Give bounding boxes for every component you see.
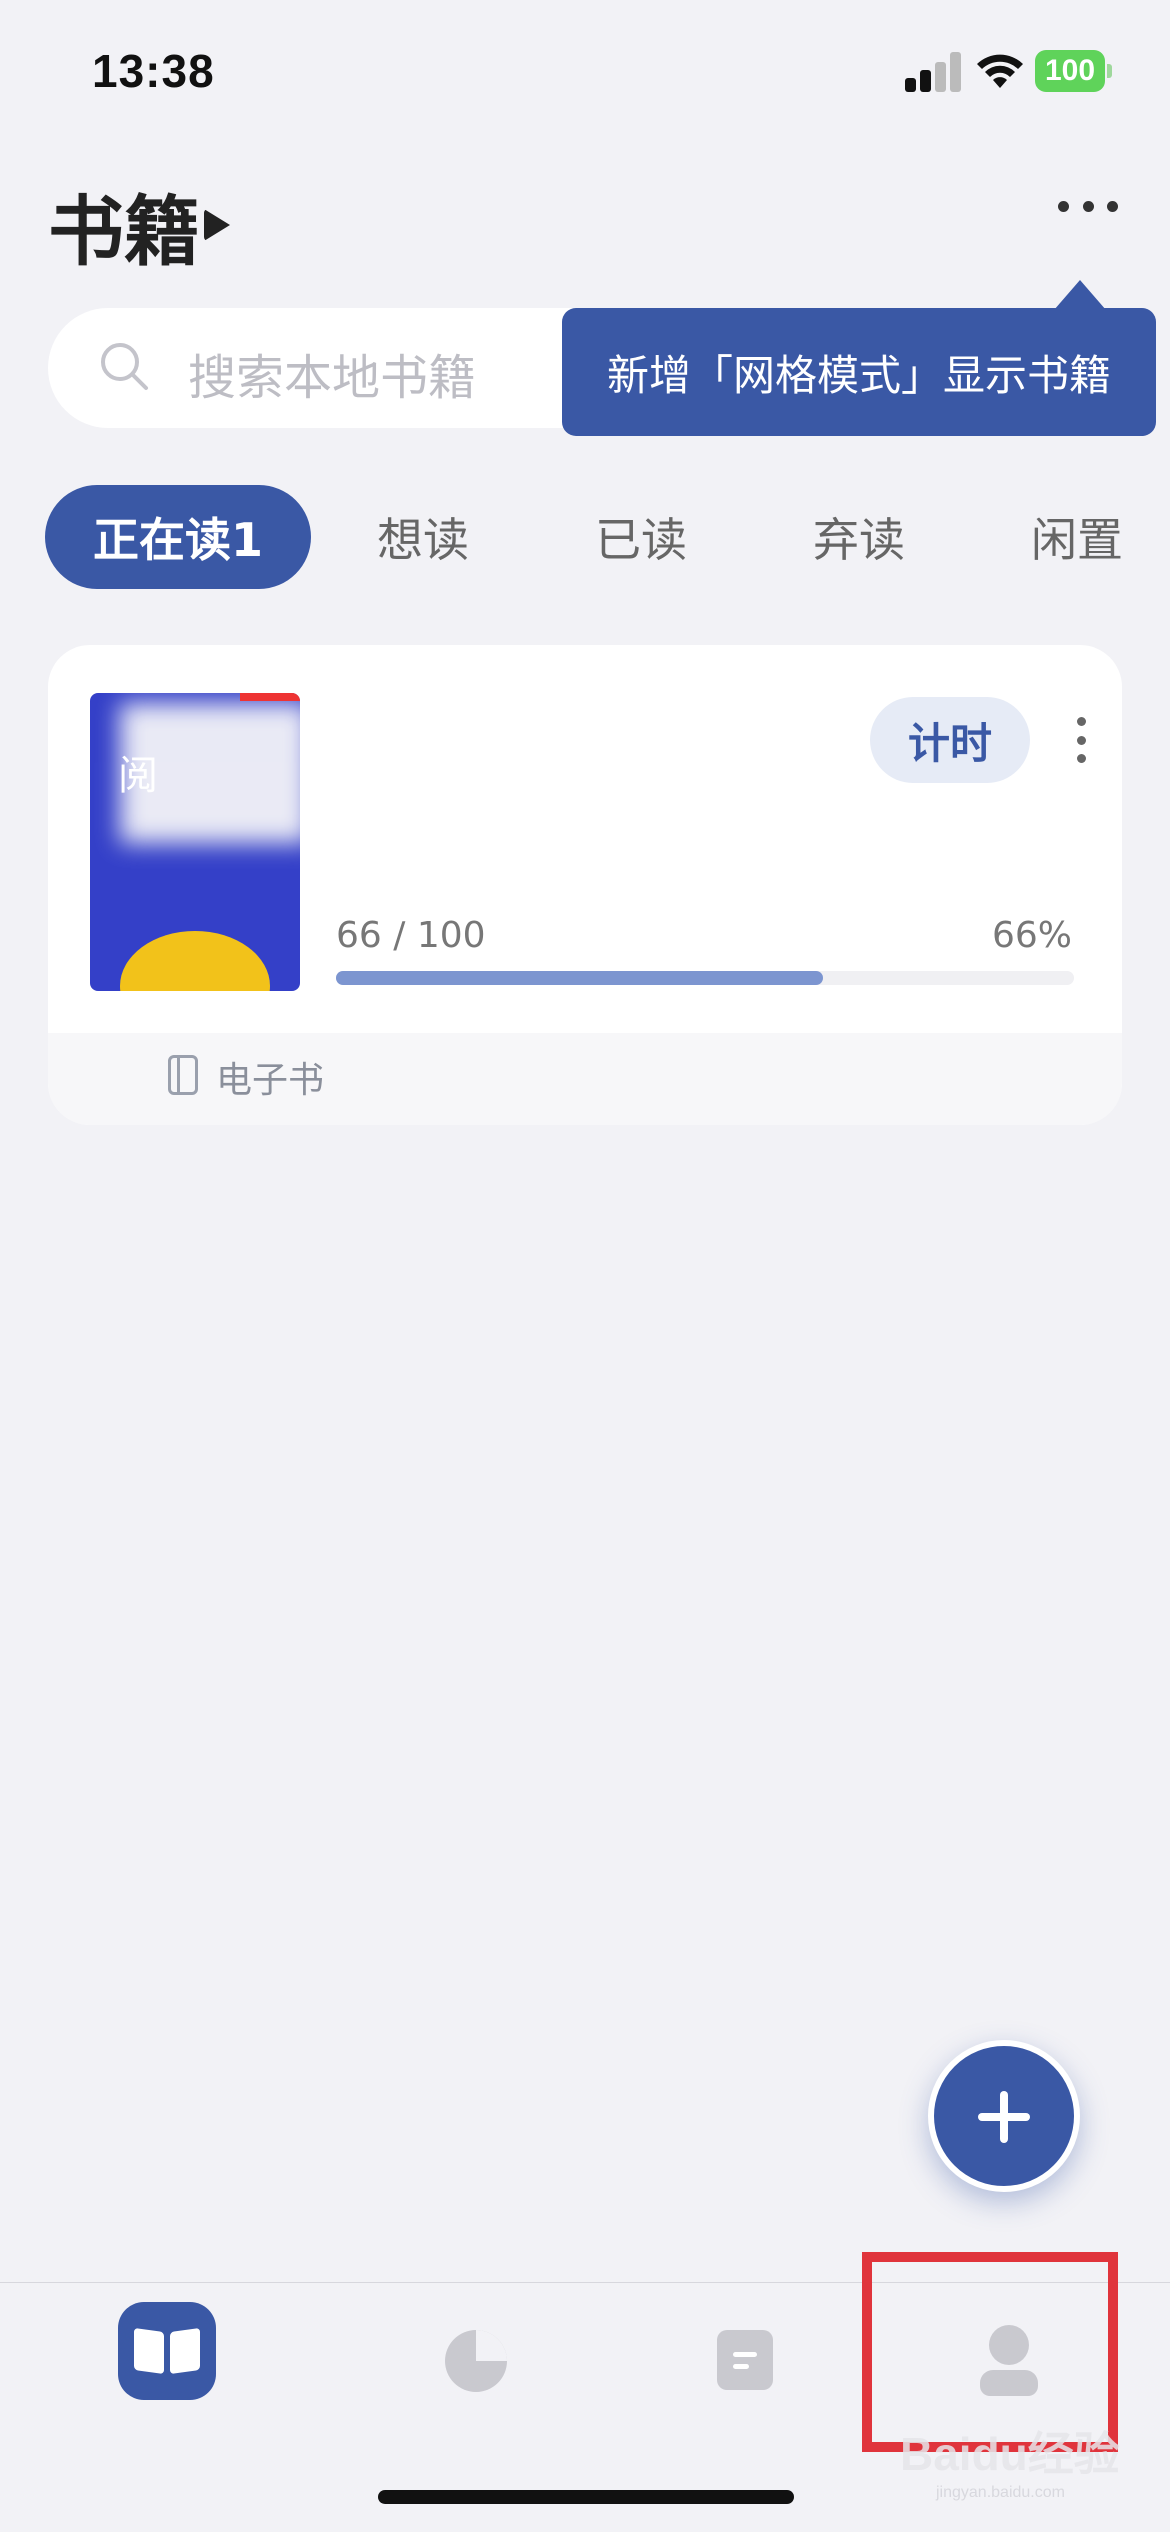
search-input[interactable]: 搜索本地书籍 xyxy=(188,338,476,408)
more-options-icon[interactable] xyxy=(1058,194,1118,218)
book-format-label: 电子书 xyxy=(216,1060,325,1101)
more-vertical-icon[interactable] xyxy=(1074,717,1088,763)
timer-button[interactable]: 计时 xyxy=(870,697,1030,783)
page-title[interactable]: 书籍 xyxy=(48,170,230,280)
ebook-icon xyxy=(168,1055,198,1095)
battery-icon: 100 xyxy=(1035,50,1112,92)
progress-bar-fill xyxy=(336,971,824,985)
cellular-signal-icon xyxy=(905,52,961,92)
search-icon xyxy=(101,343,148,390)
shelf-tabs: 正在读1 想读 已读 弃读 闲置 xyxy=(45,485,1170,589)
tab-read[interactable]: 已读 xyxy=(581,485,701,589)
book-card-footer: 电子书 xyxy=(48,1033,1122,1125)
progress-percent: 66% xyxy=(991,915,1072,956)
play-arrow-icon xyxy=(204,209,230,241)
status-bar: 13:38 100 xyxy=(0,0,1170,150)
tab-abandoned[interactable]: 弃读 xyxy=(799,485,919,589)
books-tab-icon[interactable] xyxy=(118,2302,216,2400)
notes-tab-icon[interactable] xyxy=(717,2330,773,2390)
book-title xyxy=(344,715,844,765)
cover-text: 阅 xyxy=(118,753,158,799)
book-card[interactable]: 阅 计时 66 / 100 66% 电子书 xyxy=(48,645,1122,1125)
book-cover[interactable]: 阅 xyxy=(90,693,300,991)
book-author xyxy=(338,805,698,865)
tab-reading[interactable]: 正在读1 xyxy=(45,485,311,589)
progress-pages: 66 / 100 xyxy=(336,915,486,956)
stats-tab-icon[interactable] xyxy=(445,2330,507,2392)
tab-want-to-read[interactable]: 想读 xyxy=(363,485,483,589)
feature-tooltip[interactable]: 新增「网格模式」显示书籍 xyxy=(562,280,1156,436)
watermark-logo: Baidu经验 jingyan.baidu.com xyxy=(900,2428,1120,2501)
page-title-text: 书籍 xyxy=(48,187,200,276)
wifi-icon xyxy=(977,54,1023,88)
add-book-button[interactable] xyxy=(928,2040,1080,2192)
status-time: 13:38 xyxy=(92,45,215,97)
home-indicator[interactable] xyxy=(378,2490,794,2504)
progress-bar xyxy=(336,971,1074,985)
tab-idle[interactable]: 闲置 xyxy=(1017,485,1137,589)
